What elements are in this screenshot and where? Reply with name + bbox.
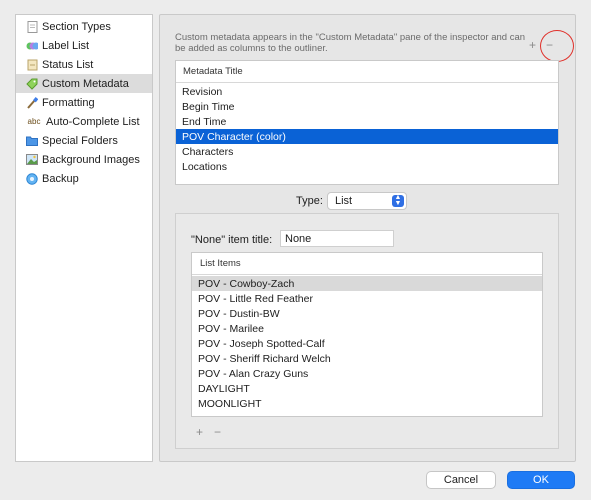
table-row[interactable]: End Time xyxy=(176,114,558,129)
document-icon xyxy=(26,20,38,33)
cancel-button[interactable]: Cancel xyxy=(426,471,496,489)
sidebar-item-custom-metadata[interactable]: Custom Metadata xyxy=(16,74,152,93)
list-item[interactable]: POV - Dustin-BW xyxy=(192,306,542,321)
list-item[interactable]: DAYLIGHT xyxy=(192,381,542,396)
sidebar-item-background-images[interactable]: Background Images xyxy=(16,150,152,169)
table-row[interactable]: Revision xyxy=(176,84,558,99)
sidebar-item-label: Custom Metadata xyxy=(42,77,129,90)
remove-list-item-button[interactable]: − xyxy=(214,425,221,439)
sidebar-item-backup[interactable]: Backup xyxy=(16,169,152,188)
metadata-table-header[interactable]: Metadata Title xyxy=(176,61,558,83)
list-items-header[interactable]: List Items xyxy=(192,253,542,275)
none-item-title-label: "None" item title: xyxy=(191,234,273,246)
status-icon xyxy=(26,59,38,71)
table-row[interactable]: Characters xyxy=(176,144,558,159)
list-item[interactable]: POV - Little Red Feather xyxy=(192,291,542,306)
type-label: Type: xyxy=(296,195,323,207)
chevron-updown-icon: ▲ ▼ xyxy=(392,194,404,207)
paintbrush-icon xyxy=(26,96,38,109)
abc-icon: abc xyxy=(27,117,41,126)
preferences-sidebar: Section Types Label List Status List Cus… xyxy=(15,14,153,462)
pane-description: Custom metadata appears in the "Custom M… xyxy=(175,32,526,54)
sidebar-item-label-list[interactable]: Label List xyxy=(16,36,152,55)
sidebar-item-auto-complete-list[interactable]: abc Auto-Complete List xyxy=(16,112,152,131)
list-item[interactable]: POV - Alan Crazy Guns xyxy=(192,366,542,381)
list-item[interactable]: POV - Marilee xyxy=(192,321,542,336)
tag-icon xyxy=(26,78,38,90)
sidebar-item-label: Backup xyxy=(42,172,79,185)
sidebar-item-label: Formatting xyxy=(42,96,95,109)
list-item[interactable]: POV - Sheriff Richard Welch xyxy=(192,351,542,366)
none-item-title-value: None xyxy=(285,232,312,245)
sidebar-item-label: Status List xyxy=(42,58,94,71)
sidebar-item-label: Section Types xyxy=(42,20,111,33)
sidebar-item-label: Label List xyxy=(42,39,90,52)
sidebar-item-formatting[interactable]: Formatting xyxy=(16,93,152,112)
label-icon xyxy=(26,40,38,52)
none-item-title-field[interactable]: None xyxy=(280,230,394,247)
sidebar-item-status-list[interactable]: Status List xyxy=(16,55,152,74)
list-item-selected[interactable]: POV - Cowboy-Zach xyxy=(192,276,542,291)
sidebar-item-label: Background Images xyxy=(42,153,140,166)
list-item[interactable]: POV - Joseph Spotted-Calf xyxy=(192,336,542,351)
backup-icon xyxy=(26,172,38,185)
sidebar-item-label: Special Folders xyxy=(42,134,118,147)
list-item[interactable]: MOONLIGHT xyxy=(192,396,542,411)
add-list-item-button[interactable]: + xyxy=(196,425,203,439)
image-icon xyxy=(26,154,38,166)
metadata-table: Metadata Title Revision Begin Time End T… xyxy=(175,60,559,185)
list-items-table: List Items POV - Cowboy-Zach POV - Littl… xyxy=(191,252,543,417)
type-select[interactable]: List ▲ ▼ xyxy=(327,192,407,210)
sidebar-item-label: Auto-Complete List xyxy=(46,115,140,128)
ok-button[interactable]: OK xyxy=(507,471,575,489)
add-metadata-button[interactable]: + xyxy=(529,38,536,52)
annotation-circle xyxy=(540,30,574,62)
table-row[interactable]: Locations xyxy=(176,159,558,174)
sidebar-item-special-folders[interactable]: Special Folders xyxy=(16,131,152,150)
type-select-value: List xyxy=(335,195,353,207)
table-row[interactable]: Begin Time xyxy=(176,99,558,114)
sidebar-item-section-types[interactable]: Section Types xyxy=(16,17,152,36)
folder-icon xyxy=(26,135,38,147)
table-row-selected[interactable]: POV Character (color) xyxy=(176,129,558,144)
